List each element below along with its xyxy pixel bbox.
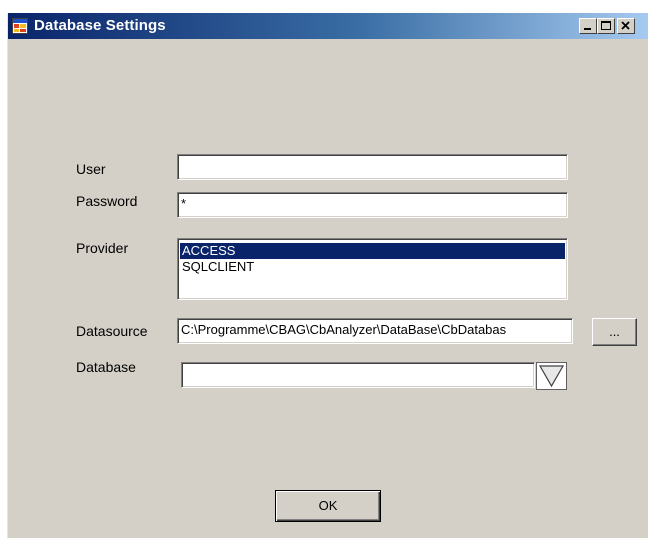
datasource-input[interactable]: C:\Programme\CBAG\CbAnalyzer\DataBase\Cb… (177, 318, 573, 344)
title-bar[interactable]: Database Settings (8, 13, 648, 39)
app-database-icon (12, 18, 28, 34)
password-input-value: * (181, 196, 187, 211)
close-icon (621, 21, 630, 30)
ok-button[interactable]: OK (275, 490, 381, 522)
provider-option-access[interactable]: ACCESS (180, 243, 565, 259)
datasource-input-value: C:\Programme\CBAG\CbAnalyzer\DataBase\Cb… (181, 322, 507, 337)
database-combobox[interactable] (181, 362, 535, 388)
minimize-icon (584, 28, 591, 30)
dropdown-triangle-icon (536, 362, 567, 390)
close-button[interactable] (617, 18, 635, 34)
database-dropdown-button[interactable] (536, 362, 567, 390)
provider-label: Provider (76, 240, 129, 256)
password-label: Password (76, 193, 138, 209)
provider-listbox[interactable]: ACCESS SQLCLIENT (177, 238, 568, 300)
minimize-button[interactable] (579, 18, 597, 34)
password-input[interactable]: * (177, 192, 568, 218)
user-label: User (76, 161, 106, 177)
provider-option-sqlclient[interactable]: SQLCLIENT (180, 259, 565, 275)
database-label: Database (76, 359, 136, 375)
maximize-icon (601, 21, 611, 30)
user-input[interactable] (177, 154, 568, 180)
ok-button-label: OK (318, 498, 338, 513)
browse-button[interactable]: ... (592, 318, 637, 346)
datasource-label: Datasource (76, 323, 148, 339)
window-title: Database Settings (34, 17, 166, 34)
browse-button-label: ... (609, 324, 620, 339)
database-settings-window: Database Settings User Password * Provid… (7, 13, 648, 538)
maximize-button[interactable] (597, 18, 615, 34)
